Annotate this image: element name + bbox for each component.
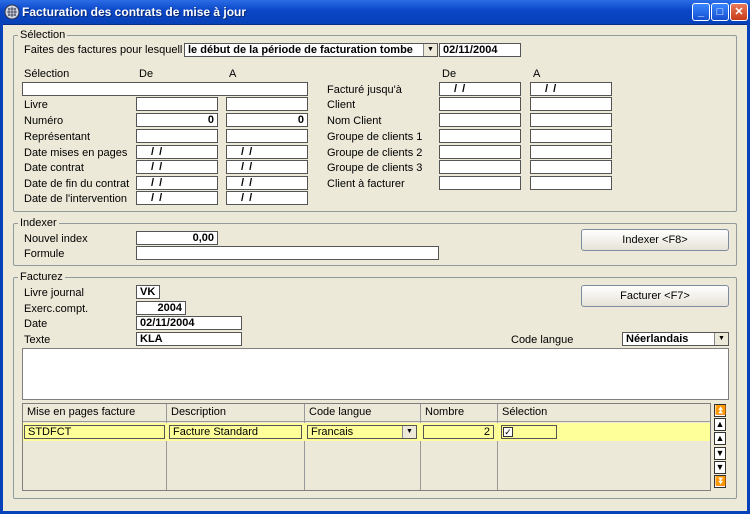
grid-header-nombre[interactable]: Nombre [421,404,498,422]
exerc-compt-label: Exerc.compt. [24,303,89,315]
facture-jusqua-de-field[interactable]: / / [439,82,521,96]
nouvel-index-field[interactable]: 0,00 [136,231,218,245]
col-de-label: De [139,68,154,80]
client-facturer-de-field[interactable] [439,176,521,190]
date-fin-a-field[interactable]: / / [226,176,308,190]
texte-label: Texte [24,334,51,346]
client-de-field[interactable] [439,97,521,111]
texte-field[interactable]: KLA [136,332,242,346]
right-col-de-label: De [442,68,457,80]
facturez-legend: Facturez [18,271,65,283]
groupe-1-de-field[interactable] [439,129,521,143]
maximize-button[interactable]: □ [711,3,729,21]
selection-checkbox[interactable]: ✓ [503,427,513,437]
col-a-label: A [229,68,237,80]
row-label: Groupe de clients 3 [327,162,423,174]
formule-field[interactable] [136,246,439,260]
selection-field[interactable] [22,82,308,96]
exerc-compt-field[interactable]: 2004 [136,301,186,315]
grid-header-selection[interactable]: Sélection [498,404,710,422]
code-langue-label: Code langue [511,334,574,346]
nav-prev-icon[interactable]: ▲ [714,432,726,445]
row-label: Numéro [24,115,64,127]
row-label: Date de l'intervention [24,193,127,205]
nom-client-a-field[interactable] [530,113,612,127]
row-label: Client [327,99,356,111]
groupe-1-a-field[interactable] [530,129,612,143]
client-facturer-a-field[interactable] [530,176,612,190]
formule-label: Formule [24,248,65,260]
intro-label: Faites des factures pour lesquell [24,44,183,56]
chevron-down-icon[interactable]: ▼ [423,44,437,56]
nav-last-icon[interactable]: ⏬ [714,475,726,488]
row-label: Date contrat [24,162,84,174]
grid-cell-nombre[interactable]: 2 [423,425,494,439]
groupe-3-de-field[interactable] [439,160,521,174]
nav-next-icon[interactable]: ▼ [714,447,726,460]
facture-jusqua-a-field[interactable]: / / [530,82,612,96]
row-label: Client à facturer [327,178,405,190]
indexer-button[interactable]: Indexer <F8> [581,229,729,251]
date-field[interactable]: 02/11/2004 [136,316,242,330]
close-button[interactable]: ✕ [730,3,748,21]
nouvel-index-label: Nouvel index [24,233,88,245]
nav-prev-page-icon[interactable]: ▲ [714,418,726,431]
livre-journal-field[interactable]: VK [136,285,160,299]
row-label: Groupe de clients 2 [327,147,423,159]
row-label: Date de fin du contrat [24,178,130,190]
row-label: Facturé jusqu'à [327,84,402,96]
livre-de-field[interactable] [136,97,218,111]
groupe-2-de-field[interactable] [439,145,521,159]
right-col-a-label: A [533,68,541,80]
minimize-button[interactable]: _ [692,3,710,21]
grid-cell-description[interactable]: Facture Standard [169,425,302,439]
livre-a-field[interactable] [226,97,308,111]
indexer-legend: Indexer [18,217,59,229]
nom-client-de-field[interactable] [439,113,521,127]
row-label: Livre [24,99,48,111]
groupe-3-a-field[interactable] [530,160,612,174]
date-mises-a-field[interactable]: / / [226,145,308,159]
date-fin-de-field[interactable]: / / [136,176,218,190]
date-intervention-a-field[interactable]: / / [226,191,308,205]
code-langue-select[interactable]: Néerlandais ▼ [622,332,729,346]
nav-first-icon[interactable]: ⏫ [714,404,726,417]
date-mises-de-field[interactable]: / / [136,145,218,159]
grid-header-description[interactable]: Description [167,404,305,422]
col-selection-label: Sélection [24,68,70,80]
date-label: Date [24,318,48,330]
row-label: Groupe de clients 1 [327,131,423,143]
app-grid-icon [4,4,20,20]
facturer-button[interactable]: Facturer <F7> [581,285,729,307]
period-select[interactable]: le début de la période de facturation to… [184,43,438,57]
grid-header-code-langue[interactable]: Code langue [305,404,421,422]
numero-de-field[interactable]: 0 [136,113,218,127]
grid-cell-code-langue[interactable]: Francais ▼ [307,425,417,439]
date-contrat-a-field[interactable]: / / [226,160,308,174]
row-label: Date mises en pages [24,147,128,159]
client-a-field[interactable] [530,97,612,111]
representant-de-field[interactable] [136,129,218,143]
representant-a-field[interactable] [226,129,308,143]
chevron-down-icon[interactable]: ▼ [402,426,416,438]
row-label: Nom Client [327,115,382,127]
livre-journal-label: Livre journal [24,287,84,299]
selection-legend: Sélection [18,29,68,41]
chevron-down-icon[interactable]: ▼ [714,333,728,345]
window-title: Facturation des contrats de mise à jour [22,5,247,19]
nav-next-page-icon[interactable]: ▼ [714,461,726,474]
date-intervention-de-field[interactable]: / / [136,191,218,205]
period-date-field[interactable]: 02/11/2004 [439,43,521,57]
grid-header-mise[interactable]: Mise en pages facture [23,404,167,422]
row-label: Représentant [24,131,91,143]
groupe-2-a-field[interactable] [530,145,612,159]
texte-memo[interactable] [22,348,729,400]
date-contrat-de-field[interactable]: / / [136,160,218,174]
numero-a-field[interactable]: 0 [226,113,308,127]
grid-cell-mise[interactable]: STDFCT [24,425,165,439]
